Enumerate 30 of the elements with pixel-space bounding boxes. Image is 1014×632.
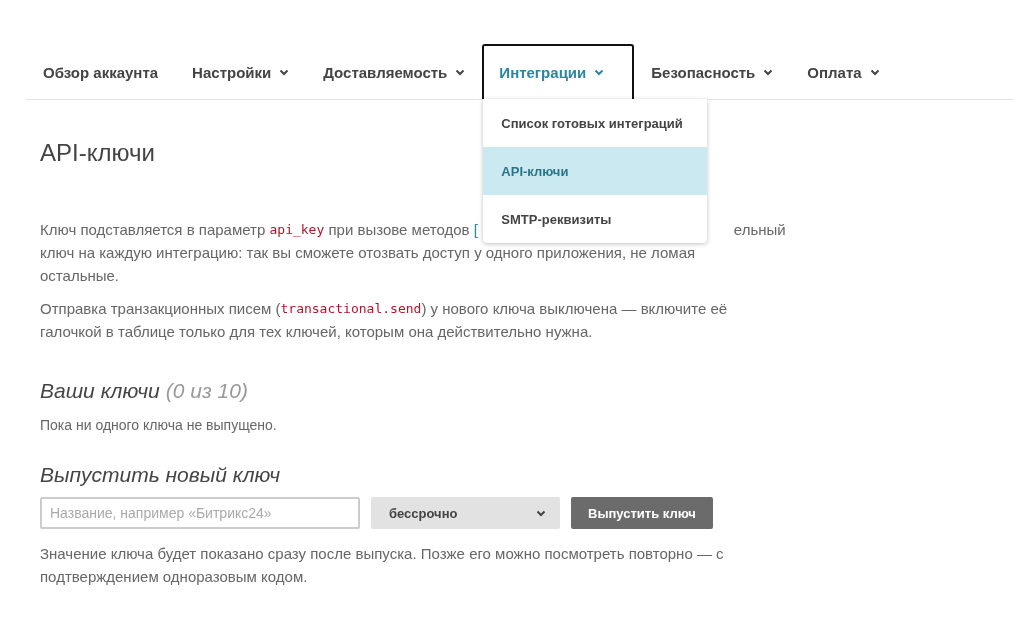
- hint-text: Значение ключа будет показано сразу после выпуска. Позже его можно посмотреть повторно — с: [40, 544, 724, 564]
- caret-icon: [536, 509, 546, 517]
- term-select[interactable]: бессрочно: [371, 497, 560, 529]
- paragraph-text: ельный: [733, 220, 786, 240]
- menu-item[interactable]: API-ключи: [483, 147, 708, 195]
- key-count: (0 из 10): [165, 379, 248, 403]
- code-text: transactional.send: [280, 300, 422, 316]
- paragraph-text: Отправка транзакционных писем (: [40, 299, 281, 319]
- nav-tab[interactable]: Безопасность: [634, 44, 791, 99]
- menu-item[interactable]: Список готовых интеграций: [483, 99, 708, 147]
- nav-tab[interactable]: Оплата: [790, 44, 897, 99]
- page-title: API-ключи: [40, 138, 156, 168]
- nav-tab[interactable]: Доставляемость: [306, 44, 483, 99]
- issue-key-button[interactable]: Выпустить ключ: [571, 497, 713, 529]
- paragraph-text: ключ на каждую интеграцию: так вы сможете отозвать доступ у одного приложения, не ломая: [40, 243, 696, 263]
- paragraph-text: ) у нового ключа выключена — включите её: [421, 299, 728, 319]
- code-text: api_key: [269, 221, 325, 239]
- hint-text: подтверждением одноразовым кодом.: [40, 567, 308, 587]
- paragraph-text: остальные.: [40, 266, 120, 286]
- paragraph-text: Ключ подставляется в параметр: [40, 220, 267, 240]
- menu-item[interactable]: SMTP-реквизиты: [483, 195, 708, 243]
- name-field[interactable]: Название, например «Битрикс24»: [40, 497, 360, 529]
- section-title: Ваши ключи: [40, 379, 160, 403]
- paragraph-text: при вызове методов: [327, 220, 471, 240]
- empty-message: Пока ни одного ключа не выпущено.: [40, 417, 278, 433]
- section-title: Выпустить новый ключ: [40, 463, 281, 487]
- nav-tab[interactable]: Обзор аккаунта: [26, 44, 176, 99]
- link[interactable]: [: [473, 218, 478, 241]
- nav-tab[interactable]: Настройки: [175, 44, 307, 99]
- paragraph-text: галочкой в таблице только для тех ключей, которым она действительно нужна.: [40, 322, 593, 342]
